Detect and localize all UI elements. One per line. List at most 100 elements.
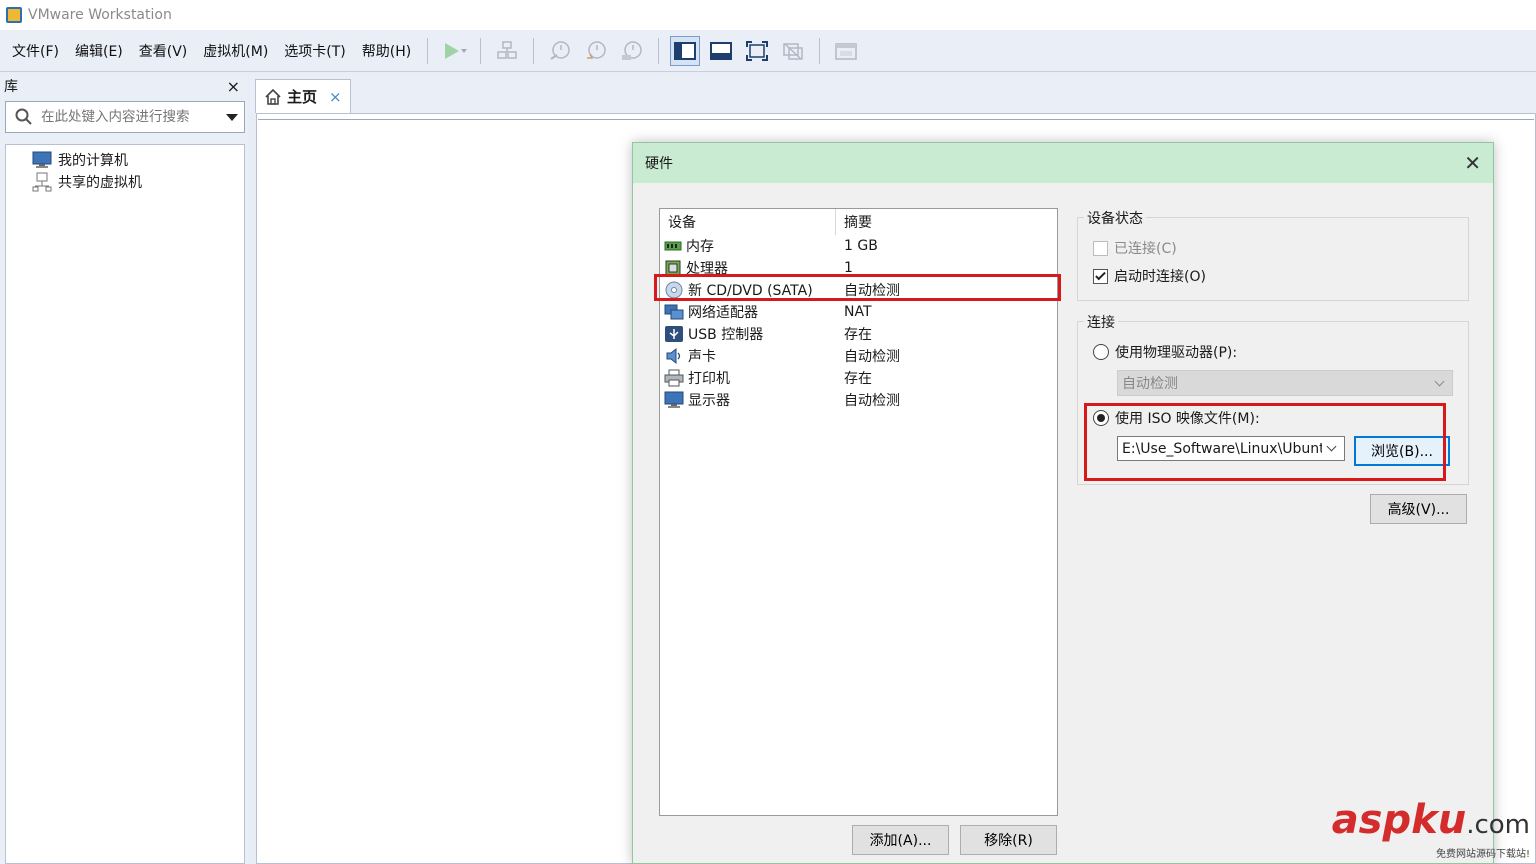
revert-snapshot-button[interactable] [581, 36, 611, 66]
library-search[interactable] [5, 101, 245, 133]
network-icon [664, 304, 684, 320]
search-dropdown-arrow-icon[interactable] [226, 113, 238, 121]
physical-drive-radio[interactable] [1093, 344, 1109, 360]
tab-home[interactable]: 主页 × [255, 79, 351, 113]
device-cell: 打印机 [660, 368, 844, 388]
network-send-icon [497, 40, 517, 59]
connect-on-start-label: 启动时连接(O) [1114, 269, 1206, 285]
connect-on-start-checkbox-row[interactable]: 启动时连接(O) [1093, 266, 1206, 286]
watermark-logo-part: .com [1466, 810, 1530, 840]
display-icon [664, 391, 684, 408]
iso-highlight-box [1084, 403, 1446, 481]
cd-dvd-highlight-box [654, 274, 1061, 301]
device-name: 打印机 [688, 371, 730, 387]
show-library-button[interactable] [670, 35, 701, 66]
library-close-button[interactable]: × [227, 77, 240, 96]
device-summary: 存在 [844, 327, 872, 343]
tree-item-my-computer[interactable]: 我的计算机 [6, 149, 244, 171]
physical-drive-select[interactable]: 自动检测 [1117, 370, 1453, 396]
advanced-button[interactable]: 高级(V)... [1370, 494, 1467, 524]
search-icon [15, 108, 32, 125]
checkmark-icon [1095, 269, 1106, 280]
vmware-app-icon [6, 7, 22, 23]
menu-file[interactable]: 文件(F) [0, 41, 67, 61]
menu-help[interactable]: 帮助(H) [354, 41, 419, 61]
physical-drive-radio-row[interactable]: 使用物理驱动器(P): [1093, 342, 1237, 362]
device-row-display[interactable]: 显示器 自动检测 [660, 389, 1057, 411]
connection-legend: 连接 [1084, 312, 1118, 332]
column-device[interactable]: 设备 [660, 209, 836, 235]
library-header: 库 × [0, 73, 248, 99]
device-summary: 自动检测 [844, 349, 900, 365]
device-row-usb[interactable]: USB 控制器 存在 [660, 323, 1057, 345]
device-name: USB 控制器 [688, 327, 764, 343]
device-summary: 1 GB [844, 238, 878, 254]
library-title: 库 [4, 79, 18, 95]
power-on-button[interactable] [439, 36, 469, 66]
device-row-memory[interactable]: 内存 1 GB [660, 235, 1057, 257]
connected-checkbox-row[interactable]: 已连接(C) [1093, 238, 1177, 258]
window-title: VMware Workstation [28, 7, 172, 23]
watermark-logo-part: asp [1331, 797, 1412, 843]
window-titlebar: VMware Workstation [0, 0, 1536, 30]
connected-checkbox[interactable] [1093, 240, 1108, 256]
memory-icon [664, 241, 682, 251]
device-name: 声卡 [688, 349, 716, 365]
content-divider [258, 119, 1534, 120]
device-summary: 存在 [844, 371, 872, 387]
add-button[interactable]: 添加(A)... [852, 825, 949, 855]
watermark-logo-part: ku [1411, 797, 1467, 843]
device-cell: 声卡 [660, 346, 844, 366]
dialog-titlebar: 硬件 ✕ [633, 143, 1493, 183]
snapshot-button[interactable] [545, 36, 575, 66]
tab-close-button[interactable]: × [329, 88, 342, 106]
connect-on-start-checkbox[interactable] [1093, 268, 1108, 284]
physical-drive-value: 自动检测 [1122, 376, 1178, 392]
watermark-logo: aspku.com [1332, 800, 1530, 845]
usb-icon [665, 326, 683, 342]
device-name: 内存 [686, 239, 714, 255]
watermark-subtitle: 免费网站源码下载站! [1435, 849, 1530, 860]
full-screen-button[interactable] [742, 36, 772, 66]
device-row-printer[interactable]: 打印机 存在 [660, 367, 1057, 389]
dialog-close-button[interactable]: ✕ [1464, 151, 1481, 175]
library-tree: 我的计算机 共享的虚拟机 [5, 144, 245, 864]
menu-view[interactable]: 查看(V) [131, 41, 196, 61]
tab-strip: 主页 × [250, 73, 1536, 113]
console-view-icon [835, 42, 857, 60]
menu-vm[interactable]: 虚拟机(M) [195, 41, 276, 61]
device-row-network[interactable]: 网络适配器 NAT [660, 301, 1057, 323]
thumbnail-bar-button[interactable] [706, 36, 736, 66]
device-row-sound[interactable]: 声卡 自动检测 [660, 345, 1057, 367]
tab-label: 主页 [287, 88, 318, 106]
device-name: 网络适配器 [688, 305, 758, 321]
menu-edit[interactable]: 编辑(E) [67, 41, 131, 61]
printer-icon [664, 369, 684, 387]
snapshot-icon [550, 40, 570, 60]
tree-item-label: 共享的虚拟机 [58, 175, 142, 191]
hardware-dialog: 硬件 ✕ 设备 摘要 内存 1 GB 处理器 1 新 CD/DVD (SATA) [632, 142, 1494, 864]
tree-item-shared-vms[interactable]: 共享的虚拟机 [6, 171, 244, 193]
library-panel: 库 × 我的计算机 共享的虚拟机 [0, 73, 248, 864]
remove-button[interactable]: 移除(R) [960, 825, 1057, 855]
device-status-group: 设备状态 已连接(C) 启动时连接(O) [1077, 208, 1469, 301]
unity-icon [783, 42, 803, 60]
snapshot-manager-button[interactable] [617, 36, 647, 66]
toolbar-separator [658, 37, 660, 64]
device-cell: 显示器 [660, 390, 844, 410]
menu-tabs[interactable]: 选项卡(T) [276, 41, 353, 61]
console-view-button[interactable] [831, 36, 861, 66]
watermark: aspku.com 免费网站源码下载站! [1332, 800, 1530, 860]
send-ctrl-alt-del-button[interactable] [492, 36, 522, 66]
column-summary[interactable]: 摘要 [836, 212, 872, 232]
computer-icon [32, 151, 52, 168]
chevron-down-icon [1434, 376, 1445, 386]
thumbnail-view-icon [710, 41, 733, 60]
device-summary: NAT [844, 304, 872, 320]
device-cell: USB 控制器 [660, 324, 844, 344]
library-search-input[interactable] [41, 109, 226, 125]
connected-label: 已连接(C) [1114, 241, 1177, 257]
play-icon [445, 42, 468, 59]
unity-button[interactable] [778, 36, 808, 66]
device-cell: 网络适配器 [660, 302, 844, 322]
